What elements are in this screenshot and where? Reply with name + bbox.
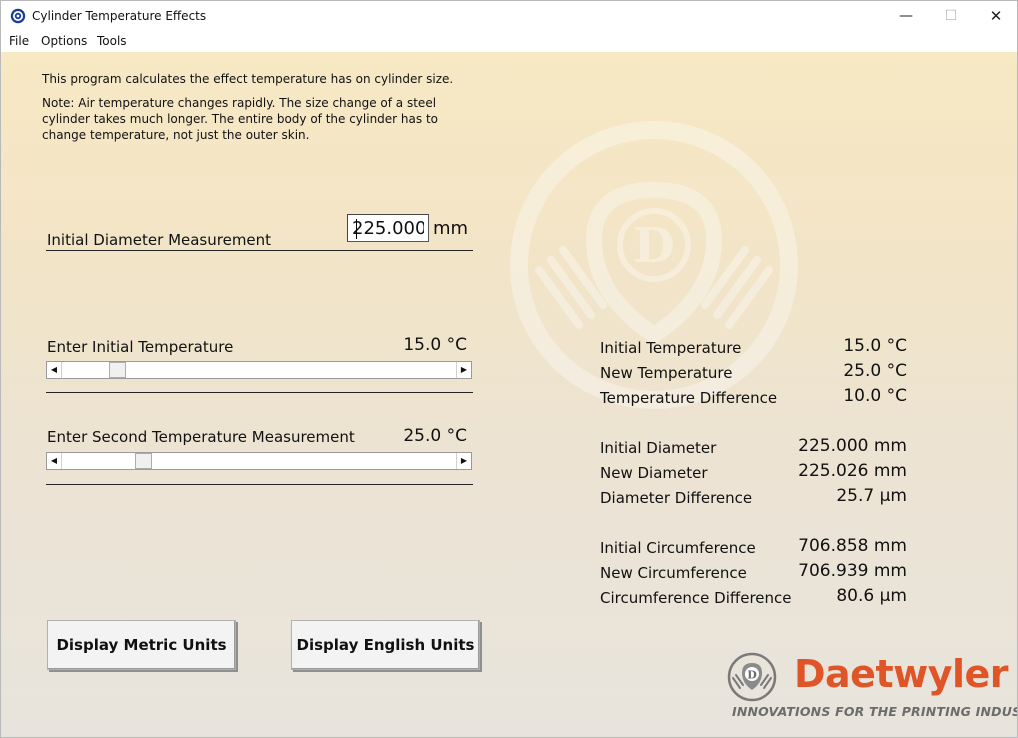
slider-thumb[interactable]: [135, 453, 152, 469]
menu-file[interactable]: File: [9, 34, 29, 48]
intro-text: This program calculates the effect tempe…: [42, 72, 454, 86]
result-label: Initial Diameter: [600, 439, 717, 457]
text-caret: [356, 219, 357, 239]
result-value: 25.7 µm: [836, 486, 907, 506]
diameter-unit: mm: [433, 218, 469, 239]
logo-emblem-letter: D: [747, 669, 757, 682]
second-temp-value: 25.0 °C: [403, 426, 467, 446]
result-value: 80.6 µm: [836, 586, 907, 606]
menu-bar: File Options Tools: [1, 31, 1017, 51]
main-panel: D This program calculates the effect tem…: [1, 52, 1017, 737]
result-value: 15.0 °C: [843, 336, 907, 356]
daetwyler-logo-icon: D: [727, 652, 777, 702]
scroll-right-arrow-icon[interactable]: ▶: [456, 362, 471, 378]
result-value: 25.0 °C: [843, 361, 907, 381]
minimize-button[interactable]: —: [883, 1, 929, 31]
result-value: 225.026 mm: [798, 461, 907, 481]
menu-options[interactable]: Options: [41, 34, 87, 48]
title-bar[interactable]: Cylinder Temperature Effects — ☐ ✕: [1, 1, 1017, 31]
result-label: Initial Circumference: [600, 539, 756, 557]
divider: [46, 484, 473, 485]
result-label: New Diameter: [600, 464, 708, 482]
second-temp-slider[interactable]: ◀ ▶: [46, 452, 472, 470]
initial-temp-slider[interactable]: ◀ ▶: [46, 361, 472, 379]
diameter-input[interactable]: [347, 214, 429, 242]
note-line: change temperature, not just the outer s…: [42, 128, 310, 142]
maximize-button[interactable]: ☐: [928, 1, 974, 31]
note-line: cylinder takes much longer. The entire b…: [42, 112, 439, 126]
window-title: Cylinder Temperature Effects: [32, 9, 207, 23]
app-icon: [10, 8, 26, 24]
result-value: 10.0 °C: [843, 386, 907, 406]
display-metric-units-button[interactable]: Display Metric Units: [47, 620, 236, 670]
close-button[interactable]: ✕: [973, 1, 1017, 31]
brand-tagline: INNOVATIONS FOR THE PRINTING INDUSTRY: [732, 704, 1017, 719]
second-temp-label: Enter Second Temperature Measurement: [47, 428, 355, 446]
note-line: Note: Air temperature changes rapidly. T…: [42, 96, 437, 110]
divider: [46, 392, 473, 393]
note-text: Note: Air temperature changes rapidly. T…: [42, 95, 442, 143]
result-label: New Temperature: [600, 364, 733, 382]
initial-temp-value: 15.0 °C: [403, 335, 467, 355]
scroll-left-arrow-icon[interactable]: ◀: [47, 453, 62, 469]
svg-text:D: D: [633, 218, 675, 274]
app-window: Cylinder Temperature Effects — ☐ ✕ File …: [0, 0, 1018, 738]
display-english-units-button[interactable]: Display English Units: [291, 620, 480, 670]
menu-tools[interactable]: Tools: [97, 34, 127, 48]
brand-name: Daetwyler: [794, 652, 1009, 696]
result-value: 706.939 mm: [798, 561, 907, 581]
diameter-label: Initial Diameter Measurement: [47, 231, 272, 249]
divider: [46, 250, 473, 251]
slider-thumb[interactable]: [109, 362, 126, 378]
scroll-left-arrow-icon[interactable]: ◀: [47, 362, 62, 378]
result-value: 706.858 mm: [798, 536, 907, 556]
result-label: New Circumference: [600, 564, 747, 582]
scroll-right-arrow-icon[interactable]: ▶: [456, 453, 471, 469]
result-value: 225.000 mm: [798, 436, 907, 456]
result-label: Initial Temperature: [600, 339, 742, 357]
initial-temp-label: Enter Initial Temperature: [47, 338, 234, 356]
result-label: Diameter Difference: [600, 489, 753, 507]
